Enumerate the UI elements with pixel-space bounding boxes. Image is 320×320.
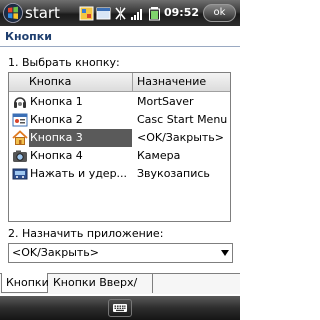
select-button-label: 1. Выбрать кнопку:	[8, 56, 120, 69]
signal-bars-icon[interactable]	[129, 4, 145, 22]
windows-logo-icon	[3, 3, 23, 23]
notification-area[interactable]	[78, 4, 162, 22]
row-action: Звукозапись	[137, 167, 210, 180]
tab-bar: Кнопки Кнопки Вверх/Вниз	[0, 273, 240, 308]
start-button[interactable]	[3, 3, 23, 23]
recorder-icon	[12, 166, 28, 182]
close-button[interactable]: ok	[203, 4, 236, 22]
row-action: MortSaver	[137, 95, 194, 108]
keyboard-button[interactable]	[108, 299, 132, 317]
list-item[interactable]: Кнопка 4 Камера	[9, 147, 230, 165]
window-icon[interactable]	[95, 4, 111, 22]
row-action: <OK/Закрыть>	[137, 131, 225, 144]
app-select-value: <OK/Закрыть>	[12, 246, 100, 259]
list-header: Кнопка Назначение	[9, 73, 230, 92]
column-header-purpose[interactable]: Назначение	[134, 73, 206, 91]
row-button-name: Нажать и удер...	[30, 167, 128, 180]
headset-icon	[12, 94, 28, 110]
row-button-name: Кнопка 1	[30, 95, 83, 108]
contact-card-icon	[12, 112, 28, 128]
column-header-button[interactable]: Кнопка	[11, 73, 133, 91]
camera-icon	[12, 148, 28, 164]
bottom-bar	[0, 296, 240, 320]
row-button-name: Кнопка 4	[30, 149, 83, 162]
row-action: Камера	[137, 149, 181, 162]
taskbar: start 09:52 ok	[0, 0, 240, 26]
row-action: Casc Start Menu	[137, 113, 228, 126]
assign-app-label: 2. Назначить приложение:	[8, 227, 164, 240]
list-item[interactable]: Нажать и удер... Звукозапись	[9, 165, 230, 183]
app-select-dropdown[interactable]: <OK/Закрыть>	[8, 243, 233, 263]
tab-buttons[interactable]: Кнопки	[1, 273, 49, 293]
chevron-down-icon[interactable]	[221, 250, 229, 256]
battery-icon[interactable]	[146, 4, 162, 22]
row-button-name: Кнопка 2	[30, 113, 83, 126]
page-title: Кнопки	[5, 30, 52, 43]
button-list[interactable]: Кнопка Назначение Кнопка 1 MortSaver Кно…	[8, 72, 231, 222]
clock[interactable]: 09:52	[164, 5, 199, 21]
keyboard-icon	[113, 304, 127, 312]
phone-app-icon[interactable]	[78, 4, 94, 22]
start-label[interactable]: start	[25, 3, 60, 23]
tab-up-down-buttons[interactable]: Кнопки Вверх/Вниз	[49, 273, 153, 308]
title-divider	[0, 46, 240, 47]
list-item[interactable]: Кнопка 1 MortSaver	[9, 93, 230, 111]
home-icon	[12, 130, 28, 146]
list-item-selected[interactable]: Кнопка 3 <OK/Закрыть>	[9, 129, 230, 147]
row-button-name: Кнопка 3	[29, 129, 132, 147]
list-item[interactable]: Кнопка 2 Casc Start Menu	[9, 111, 230, 129]
connectivity-icon[interactable]	[112, 4, 128, 22]
